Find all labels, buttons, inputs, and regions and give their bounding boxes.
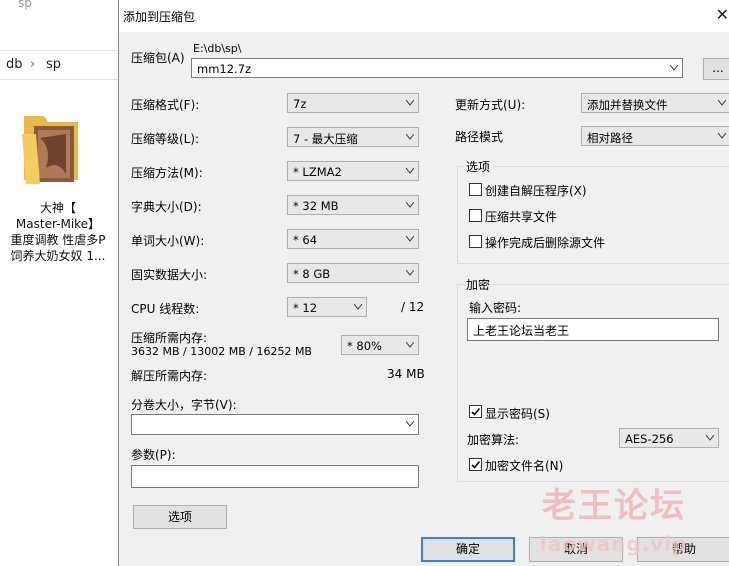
chevron-down-icon — [406, 270, 414, 276]
file-name-line: 饲养大奶女奴 1... — [10, 249, 106, 263]
explorer-file-item[interactable]: 大神【 Master-Mike】 重度调教 性虐多P 饲养大奶女奴 1... — [0, 90, 118, 290]
archive-name-combo[interactable]: mm12.7z — [191, 58, 683, 78]
threads-total: / 12 — [401, 300, 425, 314]
parameters-input[interactable] — [131, 465, 419, 488]
encryption-method-value: AES-256 — [625, 432, 674, 446]
file-name-line: 重度调教 性虐多P — [10, 233, 106, 247]
show-password-checkbox[interactable] — [469, 405, 482, 418]
format-label: 压缩格式(F): — [131, 98, 200, 112]
split-size-label: 分卷大小，字节(V): — [131, 398, 237, 412]
explorer-top-text: sp — [18, 0, 32, 10]
parameters-label: 参数(P): — [131, 448, 176, 462]
decompress-memory-label: 解压所需内存: — [131, 369, 208, 383]
checkmark-icon — [471, 407, 481, 416]
word-size-select[interactable]: * 64 — [287, 229, 419, 249]
format-select[interactable]: 7z — [287, 93, 419, 113]
solid-size-value: * 8 GB — [293, 267, 331, 281]
chevron-down-icon — [406, 202, 414, 208]
watermark-subtext: laowang.vip — [540, 532, 688, 556]
archive-name-value: mm12.7z — [197, 62, 252, 76]
browse-button[interactable]: ... — [703, 58, 729, 80]
chevron-down-icon — [406, 236, 414, 242]
file-name-line: Master-Mike】 — [15, 217, 101, 231]
encrypt-names-label[interactable]: 加密文件名(N) — [485, 457, 563, 474]
update-mode-value: 添加并替换文件 — [587, 98, 668, 112]
chevron-down-icon — [706, 435, 714, 441]
explorer-address-bar[interactable]: db › sp — [0, 50, 120, 80]
chevron-down-icon — [354, 304, 362, 310]
encryption-method-label: 加密算法: — [467, 433, 520, 447]
file-name-line: 大神【 — [39, 201, 76, 215]
dictionary-select[interactable]: * 32 MB — [287, 195, 419, 215]
delete-after-label[interactable]: 操作完成后删除源文件 — [485, 234, 605, 251]
method-value: * LZMA2 — [293, 165, 342, 179]
ok-button[interactable]: 确定 — [421, 537, 515, 562]
password-label: 输入密码: — [469, 301, 522, 315]
breadcrumb-sp[interactable]: sp — [46, 57, 61, 72]
encryption-group-title: 加密 — [464, 276, 493, 293]
sfx-label[interactable]: 创建自解压程序(X) — [485, 182, 587, 199]
method-label: 压缩方法(M): — [131, 166, 203, 180]
chevron-down-icon — [406, 100, 414, 106]
decompress-memory-value: 34 MB — [387, 367, 425, 381]
folder-thumbnail-icon — [22, 116, 78, 184]
compress-memory-label: 压缩所需内存: — [131, 331, 208, 345]
chevron-down-icon — [406, 168, 414, 174]
shared-files-checkbox[interactable] — [469, 209, 482, 222]
password-value: 上老王论坛当老王 — [473, 324, 570, 338]
format-value: 7z — [293, 97, 307, 111]
options-group-title: 选项 — [464, 158, 493, 175]
delete-after-checkbox[interactable] — [469, 235, 482, 248]
method-select[interactable]: * LZMA2 — [287, 161, 419, 181]
breadcrumb-db[interactable]: db — [6, 57, 23, 72]
solid-size-label: 固实数据大小: — [131, 268, 208, 282]
archive-dir: E:\db\sp\ — [193, 42, 242, 55]
dialog-title: 添加到压缩包 — [123, 10, 196, 24]
archive-label: 压缩包(A) — [131, 51, 185, 65]
solid-size-select[interactable]: * 8 GB — [287, 263, 419, 283]
split-size-combo[interactable] — [131, 414, 419, 435]
chevron-down-icon — [670, 65, 678, 71]
chevron-down-icon — [406, 134, 414, 140]
chevron-down-icon — [718, 133, 726, 139]
compress-memory-detail: 3632 MB / 13002 MB / 16252 MB — [131, 345, 312, 358]
dialog-titlebar[interactable]: 添加到压缩包 ✕ — [119, 0, 729, 32]
dictionary-value: * 32 MB — [293, 199, 339, 213]
level-value: 7 - 最大压缩 — [293, 132, 358, 146]
word-size-label: 单词大小(W): — [131, 234, 205, 248]
threads-value: * 12 — [293, 301, 318, 315]
show-password-label[interactable]: 显示密码(S) — [485, 405, 550, 422]
path-mode-label: 路径模式 — [455, 130, 504, 144]
update-mode-select[interactable]: 添加并替换文件 — [581, 93, 729, 113]
shared-files-label[interactable]: 压缩共享文件 — [485, 208, 557, 225]
chevron-down-icon — [406, 421, 414, 427]
level-label: 压缩等级(L): — [131, 132, 200, 146]
encryption-method-select[interactable]: AES-256 — [619, 428, 719, 448]
chevron-down-icon — [406, 342, 414, 348]
explorer-top-area: sp — [0, 0, 120, 42]
chevron-down-icon — [718, 100, 726, 106]
path-mode-value: 相对路径 — [587, 131, 633, 145]
memory-percent-select[interactable]: * 80% — [341, 335, 419, 355]
sfx-checkbox[interactable] — [469, 183, 482, 196]
encrypt-names-checkbox[interactable] — [469, 458, 482, 471]
threads-select[interactable]: * 12 — [287, 297, 367, 317]
memory-percent-value: * 80% — [347, 339, 382, 353]
password-input[interactable]: 上老王论坛当老王 — [467, 318, 719, 341]
breadcrumb-separator-icon: › — [30, 57, 36, 72]
checkmark-icon — [471, 460, 481, 469]
update-mode-label: 更新方式(U): — [455, 98, 526, 112]
watermark-text: 老王论坛 — [542, 486, 686, 526]
word-size-value: * 64 — [293, 233, 318, 247]
threads-label: CPU 线程数: — [131, 302, 200, 316]
close-icon[interactable]: ✕ — [716, 5, 729, 24]
options-button[interactable]: 选项 — [133, 505, 227, 529]
path-mode-select[interactable]: 相对路径 — [581, 126, 729, 146]
dictionary-label: 字典大小(D): — [131, 200, 202, 214]
level-select[interactable]: 7 - 最大压缩 — [287, 127, 419, 147]
